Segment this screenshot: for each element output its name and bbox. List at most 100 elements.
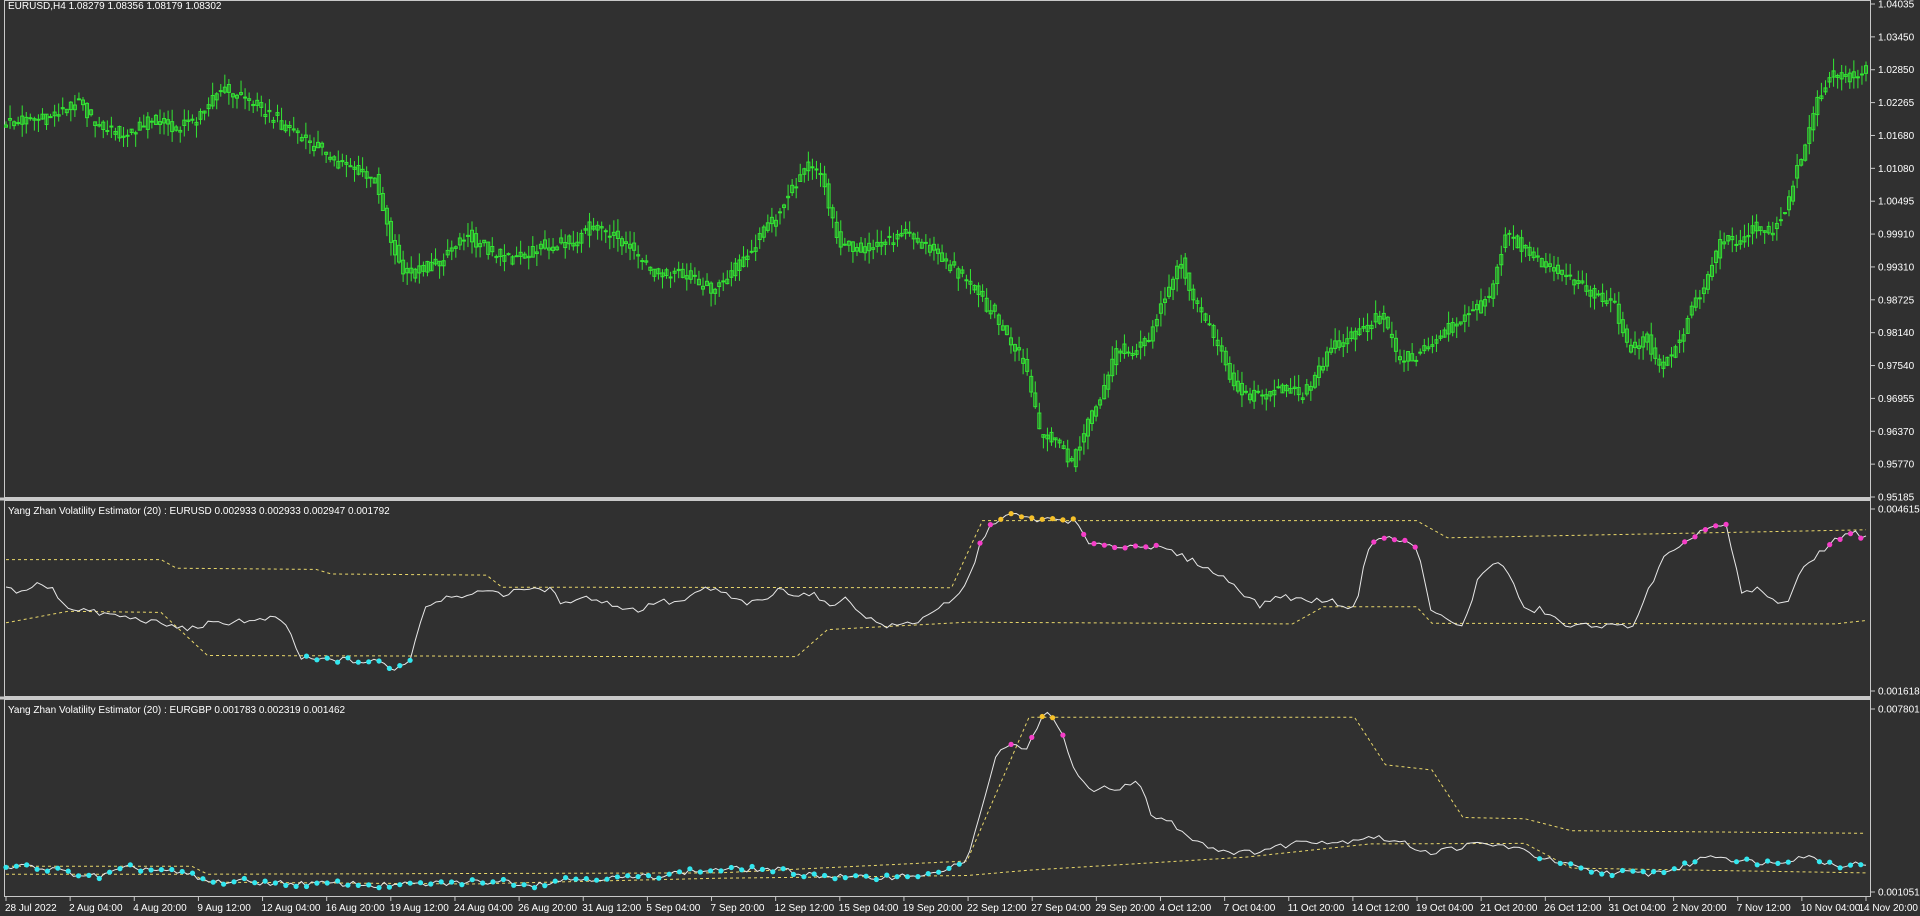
chart-background <box>0 0 1920 916</box>
y-axis-label: 0.95770 <box>1878 460 1915 471</box>
candle-body <box>1418 351 1423 354</box>
candle-body <box>340 160 345 163</box>
signal-dot <box>1070 516 1076 522</box>
candle-body <box>1612 300 1617 303</box>
signal-dot <box>1599 871 1605 877</box>
signal-dot <box>428 881 434 887</box>
candle-body <box>76 98 81 101</box>
signal-dot <box>44 868 51 874</box>
candle-body <box>109 125 114 128</box>
candle-body <box>1207 323 1212 326</box>
signal-dot <box>697 869 703 875</box>
candle-body <box>125 134 130 137</box>
signal-dot <box>210 879 216 885</box>
x-axis-label: 5 Sep 04:00 <box>646 903 700 914</box>
signal-dot <box>790 871 797 878</box>
candle-body <box>1859 73 1864 76</box>
signal-dot <box>749 863 755 870</box>
x-axis-label: 7 Oct 04:00 <box>1224 903 1276 914</box>
signal-dot <box>614 874 621 880</box>
signal-dot <box>573 876 579 882</box>
signal-dot <box>1029 515 1035 521</box>
signal-dot <box>1692 859 1698 865</box>
signal-dot <box>904 874 911 880</box>
candle-body <box>149 120 154 123</box>
signal-dot <box>1122 545 1128 551</box>
signal-dot <box>1827 859 1833 865</box>
signal-dot <box>1858 862 1864 868</box>
candle-body <box>1697 297 1702 300</box>
signal-dot <box>1702 527 1708 533</box>
signal-dot <box>1682 539 1688 545</box>
signal-dot <box>335 659 341 665</box>
y-axis-label: 0.99310 <box>1878 262 1915 273</box>
x-axis-label: 19 Oct 04:00 <box>1416 903 1474 914</box>
signal-dot <box>1671 866 1677 872</box>
candle-body <box>842 243 847 246</box>
signal-dot <box>718 868 724 874</box>
signal-dot <box>272 880 278 886</box>
signal-dot <box>355 882 361 889</box>
signal-dot <box>521 882 527 888</box>
signal-dot <box>449 879 455 885</box>
signal-dot <box>894 874 900 880</box>
candle-body <box>607 235 612 238</box>
signal-dot <box>1858 535 1864 541</box>
signal-dot <box>324 655 330 661</box>
signal-dot <box>822 872 828 879</box>
signal-dot <box>863 873 869 879</box>
signal-dot <box>604 876 610 882</box>
signal-dot <box>801 874 807 880</box>
x-axis-label: 28 Jul 2022 <box>5 903 57 914</box>
y-axis-label: 0.98725 <box>1878 295 1915 306</box>
signal-dot <box>314 657 320 663</box>
signal-dot <box>531 885 538 891</box>
signal-dot <box>1816 859 1822 865</box>
x-axis-label: 9 Aug 12:00 <box>197 903 251 914</box>
x-axis-label: 24 Aug 04:00 <box>454 903 513 914</box>
signal-dot <box>241 875 247 882</box>
candle-body <box>1734 243 1739 246</box>
signal-dot <box>1682 860 1688 866</box>
signal-dot <box>1039 516 1045 522</box>
signal-dot <box>956 861 962 867</box>
signal-dot <box>169 866 175 873</box>
signal-dot <box>1661 869 1667 876</box>
signal-dot <box>542 883 548 889</box>
signal-dot <box>1537 856 1543 862</box>
signal-dot <box>594 877 600 883</box>
signal-dot <box>366 659 372 665</box>
signal-dot <box>936 869 942 875</box>
signal-dot <box>1578 865 1584 871</box>
signal-dot <box>386 665 392 672</box>
x-axis-label: 26 Aug 20:00 <box>518 903 577 914</box>
x-axis-label: 15 Sep 04:00 <box>839 903 899 914</box>
signal-dot <box>1744 856 1750 862</box>
y-axis-label: 0.95185 <box>1878 493 1915 504</box>
signal-dot <box>1050 516 1056 522</box>
candle-body <box>887 235 892 238</box>
candle-body <box>1855 76 1860 79</box>
trading-chart: 1.04035 1.03450 1.02850 1.02265 1.01680 1.010… <box>0 0 1920 916</box>
x-axis-label: 10 Nov 04:00 <box>1801 903 1861 914</box>
signal-dot <box>1651 869 1657 875</box>
signal-dot <box>676 869 683 875</box>
signal-dot <box>117 866 123 872</box>
signal-dot <box>1018 514 1025 520</box>
signal-dot <box>1060 517 1066 523</box>
signal-dot <box>376 658 382 664</box>
signal-dot <box>65 868 71 874</box>
x-axis-label: 31 Aug 12:00 <box>582 903 641 914</box>
signal-dot <box>13 863 19 869</box>
x-axis-label: 14 Oct 12:00 <box>1352 903 1410 914</box>
y-axis-label: 0.96955 <box>1878 394 1915 405</box>
y-axis-label: 0.001618 <box>1878 687 1920 698</box>
signal-dot <box>666 871 672 877</box>
signal-dot <box>397 663 403 669</box>
signal-dot <box>500 876 506 883</box>
signal-dot <box>221 881 227 887</box>
signal-dot <box>1588 869 1594 875</box>
signal-dot <box>1723 521 1729 528</box>
signal-dot <box>231 879 237 885</box>
signal-dot <box>635 874 641 880</box>
